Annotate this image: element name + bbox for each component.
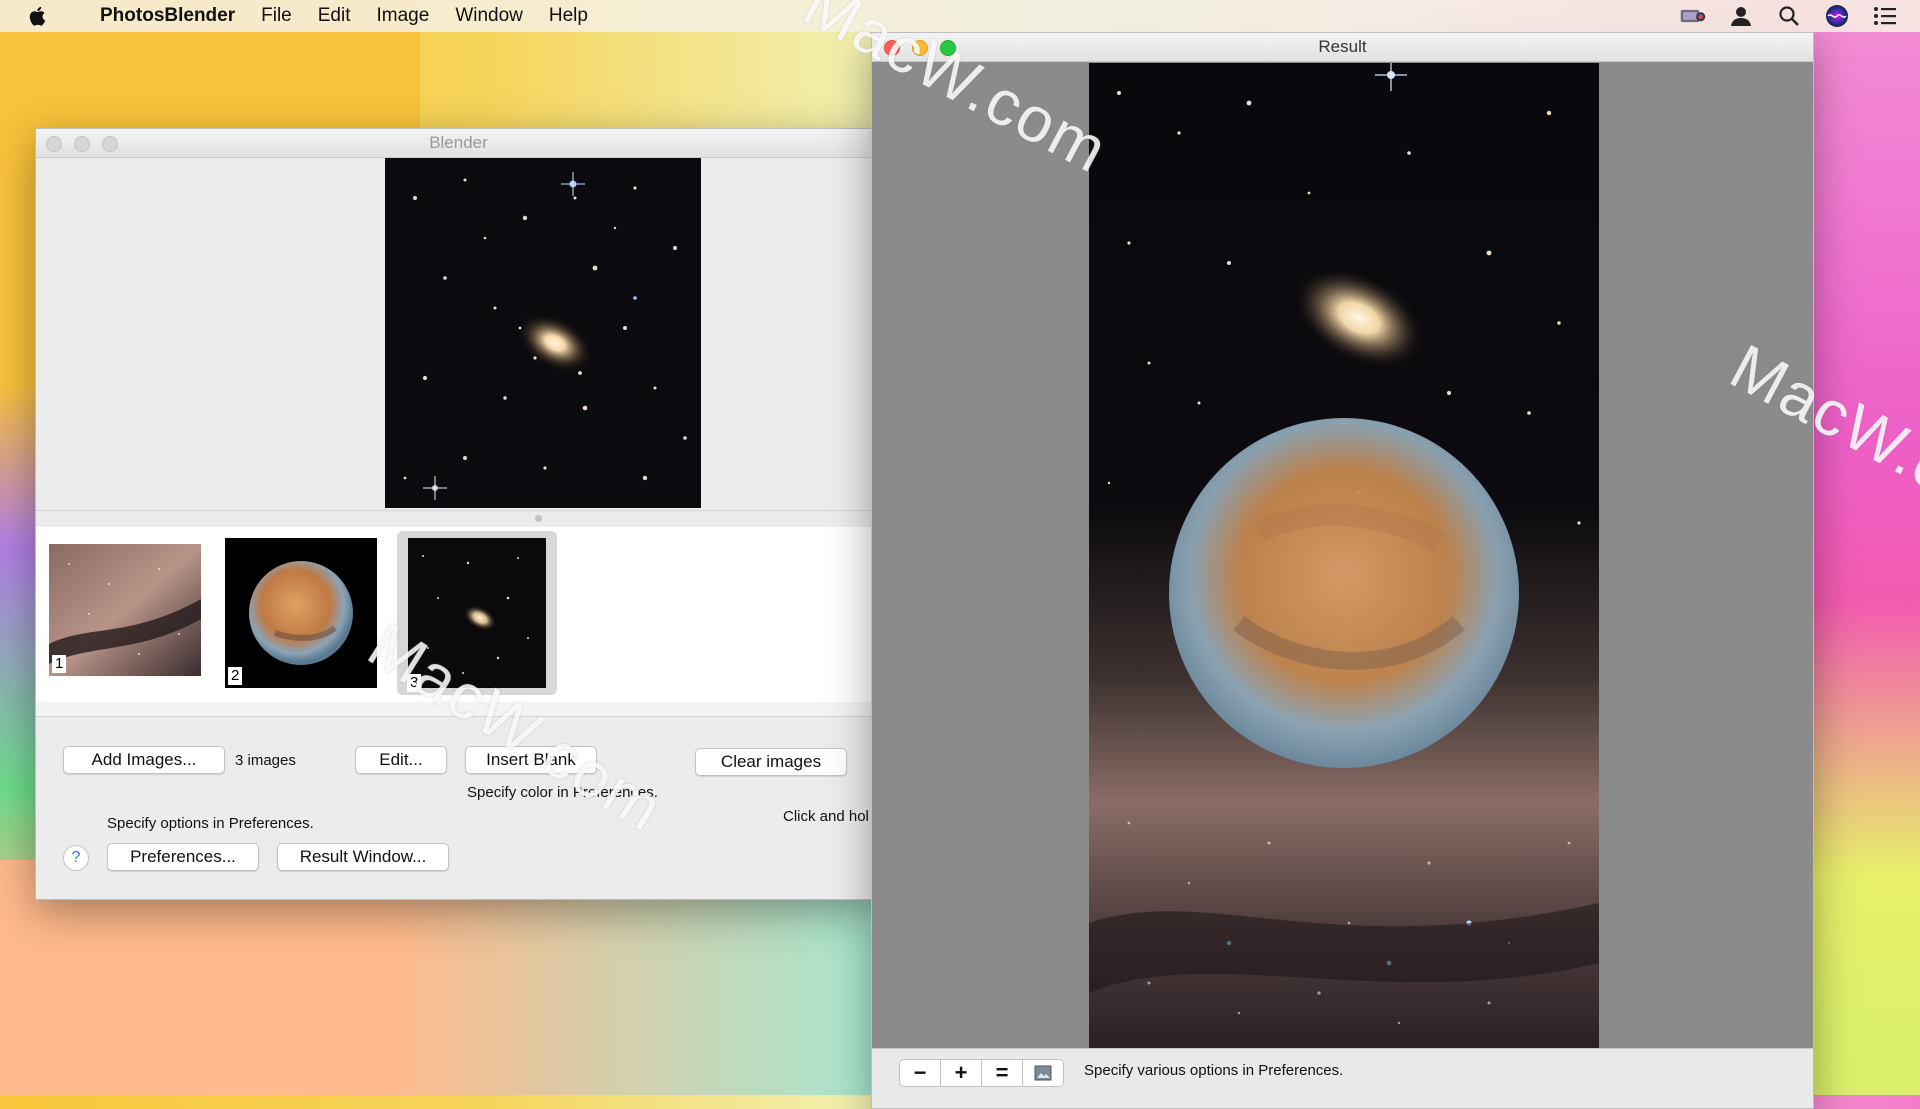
add-images-button[interactable]: Add Images... [63,746,225,774]
specify-color-label: Specify color in Preferences. [467,784,658,801]
siri-icon[interactable] [1824,4,1850,28]
menu-file[interactable]: File [261,5,292,27]
zoom-in-button[interactable]: + [940,1059,982,1087]
click-and-hold-label: Click and hol [783,808,869,825]
spotlight-search-icon[interactable] [1776,4,1802,28]
menu-app-name[interactable]: PhotosBlender [100,5,235,27]
zoom-button[interactable] [940,40,956,56]
thumbnail-number: 3 [407,674,422,692]
close-button[interactable] [884,40,900,56]
thumbnail-2[interactable]: 2 [225,538,377,688]
menu-edit[interactable]: Edit [318,5,351,27]
actual-size-button[interactable]: = [981,1059,1023,1087]
user-account-icon[interactable] [1728,4,1754,28]
apple-menu-icon[interactable] [28,6,58,26]
thumbnail-number: 2 [228,667,243,685]
result-window-title: Result [1318,37,1367,56]
close-button[interactable] [46,136,62,152]
separator [36,702,881,717]
menu-image[interactable]: Image [377,5,430,27]
zoom-button[interactable] [102,136,118,152]
clear-images-button[interactable]: Clear images [695,748,847,776]
mars-thumbnail [225,538,377,688]
blender-window-title: Blender [429,133,488,152]
result-status-bar: − + = Specify various options in Prefere… [872,1048,1813,1108]
minimize-button[interactable] [74,136,90,152]
zoom-control-group: − + = [899,1059,1064,1087]
minimize-button[interactable] [912,40,928,56]
menu-bar: PhotosBlender File Edit Image Window Hel… [0,0,1920,32]
thumbnail-number: 1 [52,655,67,673]
thumbnail-1[interactable]: 1 [49,544,201,676]
desktop-background-right [1810,0,1920,1095]
screen-capture-icon[interactable] [1680,4,1706,28]
preferences-button[interactable]: Preferences... [107,843,259,871]
thumbnail-3-selected[interactable]: 3 [397,531,557,695]
galaxy-cluster-thumbnail [408,538,546,688]
result-window: Result − + = Specify various options in … [871,32,1814,1109]
result-status-text: Specify various options in Preferences. [1084,1062,1344,1079]
insert-blank-button[interactable]: Insert Blank [465,746,597,774]
result-image [1089,63,1599,1048]
thumbnail-strip: 1 2 3 [36,527,881,703]
preview-image [385,158,701,508]
preview-area [36,158,881,510]
result-window-button[interactable]: Result Window... [277,843,449,871]
menu-window[interactable]: Window [455,5,523,27]
edit-button[interactable]: Edit... [355,746,447,774]
splitter[interactable] [36,510,881,528]
blender-window: Blender 1 2 3 Add Images... 3 images Edi… [35,128,882,900]
specify-options-label: Specify options in Preferences. [107,815,314,832]
zoom-out-button[interactable]: − [899,1059,941,1087]
fit-image-button[interactable] [1022,1059,1064,1087]
milky-way-thumbnail [49,544,201,676]
image-icon [1034,1065,1052,1081]
help-button[interactable]: ? [63,845,89,871]
blender-titlebar[interactable]: Blender [36,129,881,158]
result-titlebar[interactable]: Result [872,33,1813,62]
notification-center-icon[interactable] [1872,4,1898,28]
menu-help[interactable]: Help [549,5,588,27]
image-count-label: 3 images [235,752,296,769]
